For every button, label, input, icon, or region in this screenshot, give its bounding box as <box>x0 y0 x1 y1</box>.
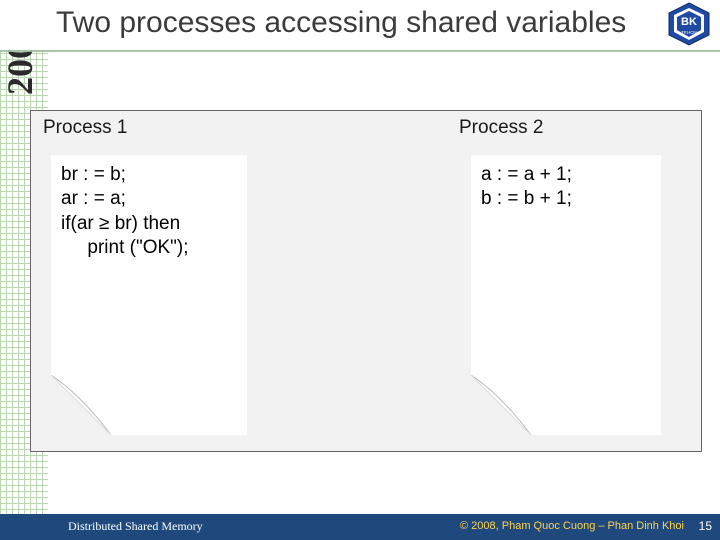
logo-text-top: BK <box>681 16 697 28</box>
process-1-heading: Process 1 <box>43 117 127 139</box>
footer-right: © 2008, Pham Quoc Cuong – Phan Dinh Khoi <box>460 520 684 532</box>
bk-logo: BK TP.HCM <box>666 2 712 46</box>
bk-logo-svg: BK TP.HCM <box>666 2 712 46</box>
content-box: Process 1 Process 2 br : = b; ar : = a; … <box>30 110 702 452</box>
slide: 2008 Two processes accessing shared vari… <box>0 0 720 540</box>
title-underline <box>0 50 720 52</box>
logo-text-bottom: TP.HCM <box>681 30 697 35</box>
slide-title: Two processes accessing shared variables <box>56 6 626 40</box>
footer-left: Distributed Shared Memory <box>68 519 203 534</box>
process-2-card: a : = a + 1; b : = b + 1; <box>471 155 661 435</box>
footer-page-number: 15 <box>699 519 712 533</box>
process-1-code: br : = b; ar : = a; if(ar ≥ br) then pri… <box>61 163 189 260</box>
footer-bar: Distributed Shared Memory © 2008, Pham Q… <box>0 514 720 540</box>
dogear-icon <box>51 375 111 435</box>
process-2-heading: Process 2 <box>459 117 543 139</box>
process-2-code: a : = a + 1; b : = b + 1; <box>481 163 572 212</box>
process-1-card: br : = b; ar : = a; if(ar ≥ br) then pri… <box>51 155 247 435</box>
dogear-icon <box>471 375 531 435</box>
